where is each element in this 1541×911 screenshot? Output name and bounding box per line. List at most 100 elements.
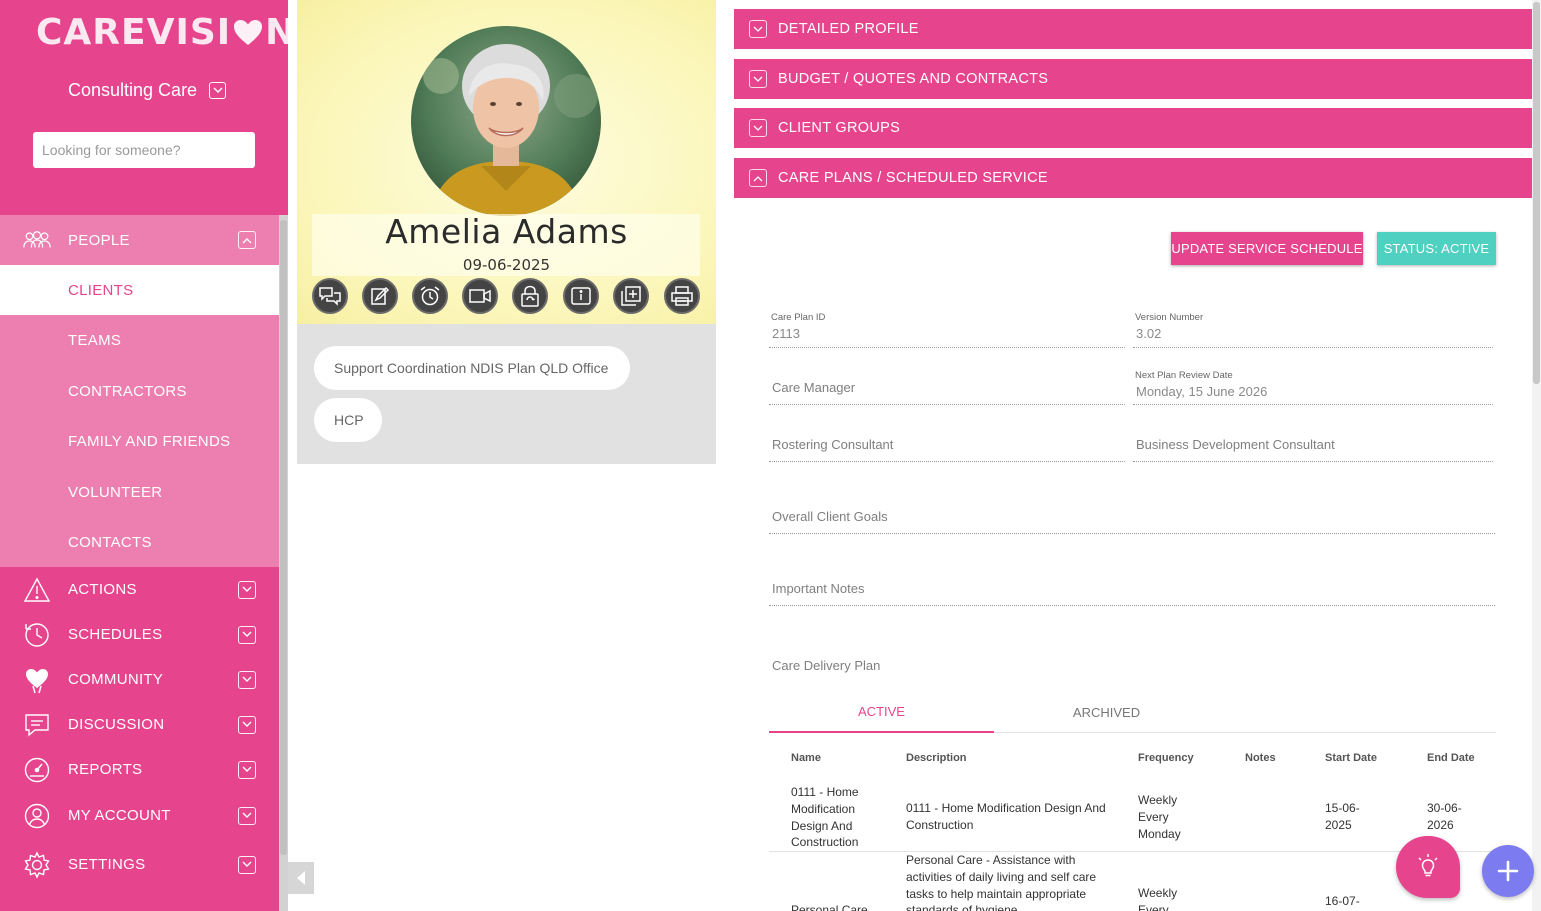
add-button[interactable] [1482,845,1534,897]
nav-schedules[interactable]: SCHEDULES [0,612,279,657]
accordion-budget-quotes[interactable]: BUDGET / QUOTES AND CONTRACTS [734,59,1532,99]
important-notes-placeholder: Important Notes [772,581,865,596]
client-name: Amelia Adams [385,212,628,251]
chevron-down-icon[interactable] [238,760,256,779]
nav-actions-label: ACTIONS [68,581,137,598]
chevron-down-icon[interactable] [238,580,256,599]
tab-archived[interactable]: ARCHIVED [994,692,1219,732]
video-call-button[interactable] [462,278,498,314]
sidebar-item-clients[interactable]: CLIENTS [0,265,279,315]
ideas-button[interactable] [1396,836,1460,898]
edit-note-button[interactable] [362,278,398,314]
table-cell-description: 0111 - Home Modification Design And Cons… [906,801,1106,832]
gauge-icon [22,755,52,785]
chevron-down-icon[interactable] [238,670,256,689]
lock-refresh-button[interactable] [512,278,548,314]
nav-settings[interactable]: SETTINGS [0,842,279,887]
nav-discussion[interactable]: DISCUSSION [0,702,279,747]
clock-cycle-icon [22,620,52,650]
table-cell-frequency: Weekly Every Monday [1138,793,1181,841]
nav-discussion-label: DISCUSSION [68,716,165,733]
table-cell-name[interactable]: Personal Care [791,902,886,911]
sidebar-item-contractors[interactable]: CONTRACTORS [0,366,279,416]
care-delivery-tabs: ACTIVE ARCHIVED [769,692,1496,733]
tab-active[interactable]: ACTIVE [769,692,994,733]
nav-my-account[interactable]: MY ACCOUNT [0,793,279,838]
org-selector[interactable]: Consulting Care [68,80,227,101]
next-review-date-field[interactable]: Next Plan Review Date Monday, 15 June 20… [1133,368,1493,405]
table-cell-start-date: 16-07- [1325,894,1360,908]
column-header-frequency[interactable]: Frequency [1138,752,1194,764]
important-notes-field[interactable]: Important Notes [769,569,1495,606]
nav-actions[interactable]: ACTIONS [0,567,279,612]
video-icon [469,289,491,303]
chevron-down-icon[interactable] [238,625,256,644]
accordion-label: DETAILED PROFILE [778,21,919,37]
tag-chip[interactable]: HCP [314,398,382,442]
nav-schedules-label: SCHEDULES [68,626,163,643]
collapse-sidebar-button[interactable] [288,862,314,894]
app-root: CAREVISI N Consulting Care Looking for s… [0,0,1541,911]
user-icon [22,801,52,831]
overall-client-goals-field[interactable]: Overall Client Goals [769,497,1495,534]
chevron-down-icon[interactable] [238,715,256,734]
update-service-schedule-button[interactable]: UPDATE SERVICE SCHEDULE [1171,232,1363,265]
carevision-logo[interactable]: CAREVISI N [36,12,288,53]
next-review-date-label: Next Plan Review Date [1135,370,1233,381]
sidebar-item-family-and-friends[interactable]: FAMILY AND FRIENDS [0,416,279,466]
column-header-description[interactable]: Description [906,752,967,764]
search-input[interactable] [33,132,255,168]
heart-hands-icon [22,665,52,695]
column-header-notes[interactable]: Notes [1245,752,1276,764]
nav-reports-label: REPORTS [68,761,143,778]
tag-chip[interactable]: Support Coordination NDIS Plan QLD Offic… [314,346,630,390]
logo-text-end: N [265,12,288,53]
caret-left-icon [297,871,305,885]
alarm-button[interactable] [412,278,448,314]
care-plan-id-value: 2113 [772,326,800,341]
sidebar-item-teams[interactable]: TEAMS [0,315,279,365]
gear-icon [22,850,52,880]
chevron-up-icon[interactable] [238,231,256,249]
column-header-start-date[interactable]: Start Date [1325,752,1377,764]
sidebar-item-contacts[interactable]: CONTACTS [0,517,279,567]
client-avatar[interactable] [411,26,601,216]
care-plan-id-field[interactable]: Care Plan ID 2113 [769,310,1125,348]
care-manager-field[interactable]: Care Manager [769,368,1125,405]
sidebar-scrollbar-thumb[interactable] [280,220,287,855]
care-plan-id-label: Care Plan ID [771,312,826,323]
column-header-name[interactable]: Name [791,752,821,764]
info-button[interactable] [563,278,599,314]
edit-note-icon [371,286,390,305]
client-date: 09-06-2025 [462,256,551,274]
print-button[interactable] [664,278,700,314]
rostering-consultant-field[interactable]: Rostering Consultant [769,425,1125,462]
add-document-button[interactable] [613,278,649,314]
table-cell-name[interactable]: 0111 - Home Modification Design And Cons… [791,784,886,851]
rostering-consultant-placeholder: Rostering Consultant [772,437,894,452]
version-number-field[interactable]: Version Number 3.02 [1133,310,1493,348]
accordion-care-plans[interactable]: CARE PLANS / SCHEDULED SERVICE [734,158,1532,198]
chat-icon [22,710,52,740]
nav-community[interactable]: COMMUNITY [0,657,279,702]
page-scrollbar-thumb[interactable] [1533,2,1540,384]
accordion-client-groups[interactable]: CLIENT GROUPS [734,108,1532,148]
nav-people[interactable]: PEOPLE [0,215,279,265]
table-cell-start-date: 15-06-2025 [1325,801,1360,832]
chevron-down-icon[interactable] [209,82,227,99]
business-development-consultant-field[interactable]: Business Development Consultant [1133,425,1493,462]
accordion-label: CLIENT GROUPS [778,120,901,136]
sidebar-item-volunteer[interactable]: VOLUNTEER [0,467,279,517]
nav-reports[interactable]: REPORTS [0,747,279,792]
sidebar: CAREVISI N Consulting Care Looking for s… [0,0,288,911]
status-active-button[interactable]: STATUS: ACTIVE [1377,232,1496,265]
chevron-down-icon [749,119,767,137]
accordion-detailed-profile[interactable]: DETAILED PROFILE [734,9,1532,49]
chevron-down-icon[interactable] [238,855,256,874]
people-group-icon [22,225,52,255]
column-header-end-date[interactable]: End Date [1427,752,1475,764]
message-button[interactable] [312,278,348,314]
table-cell-frequency: Weekly Every [1138,886,1178,911]
chevron-down-icon[interactable] [238,806,256,825]
nav-community-label: COMMUNITY [68,671,164,688]
